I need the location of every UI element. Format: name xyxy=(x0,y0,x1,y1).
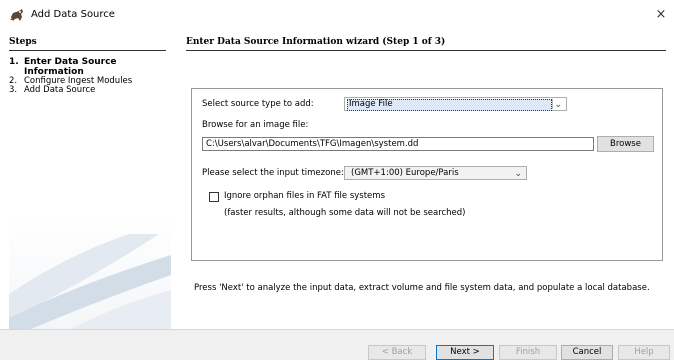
browse-label: Browse for an image file: xyxy=(202,120,309,130)
next-button[interactable]: Next > xyxy=(436,345,494,360)
step-item-add-data-source: 3. Add Data Source xyxy=(9,86,169,95)
finish-button[interactable]: Finish xyxy=(499,345,557,360)
wizard-heading: Enter Data Source Information wizard (St… xyxy=(186,37,666,51)
step-label: Add Data Source xyxy=(24,85,96,95)
source-type-select[interactable]: Image File ⌄ xyxy=(344,97,567,111)
step-item-enter-info: 1. Enter Data Source Information xyxy=(9,57,169,77)
window-title: Add Data Source xyxy=(31,9,115,20)
next-instruction-text: Press 'Next' to analyze the input data, … xyxy=(194,283,650,293)
ignore-orphan-label: Ignore orphan files in FAT file systems xyxy=(224,191,385,201)
timezone-select[interactable]: (GMT+1:00) Europe/Paris ⌄ xyxy=(344,166,527,180)
title-bar: Add Data Source × xyxy=(0,0,674,30)
browse-button[interactable]: Browse xyxy=(597,136,654,152)
close-icon[interactable]: × xyxy=(652,6,670,24)
decorative-wave-graphic xyxy=(9,234,171,330)
timezone-value: (GMT+1:00) Europe/Paris xyxy=(351,168,459,178)
source-type-value: Image File xyxy=(349,99,393,109)
ignore-orphan-note: (faster results, although some data will… xyxy=(224,208,466,218)
timezone-label: Please select the input timezone: xyxy=(202,168,344,178)
chevron-down-icon: ⌄ xyxy=(554,100,562,110)
steps-heading: Steps xyxy=(9,37,166,51)
source-type-label: Select source type to add: xyxy=(202,99,314,109)
select-divider xyxy=(552,99,553,109)
step-number: 1. xyxy=(9,57,19,67)
data-source-form: Select source type to add: Image File ⌄ … xyxy=(191,88,663,261)
ignore-orphan-checkbox[interactable] xyxy=(209,192,219,202)
image-path-input[interactable] xyxy=(202,137,594,151)
autopsy-dog-icon xyxy=(9,8,25,22)
step-list: 1. Enter Data Source Information 2. Conf… xyxy=(9,57,169,95)
back-button[interactable]: < Back xyxy=(368,345,426,360)
wizard-footer: < Back Next > Finish Cancel Help xyxy=(0,329,674,360)
step-number: 3. xyxy=(9,85,18,95)
help-button[interactable]: Help xyxy=(618,345,670,360)
cancel-button[interactable]: Cancel xyxy=(561,345,613,360)
chevron-down-icon: ⌄ xyxy=(514,169,522,179)
step-label: Enter Data Source Information xyxy=(24,57,117,77)
